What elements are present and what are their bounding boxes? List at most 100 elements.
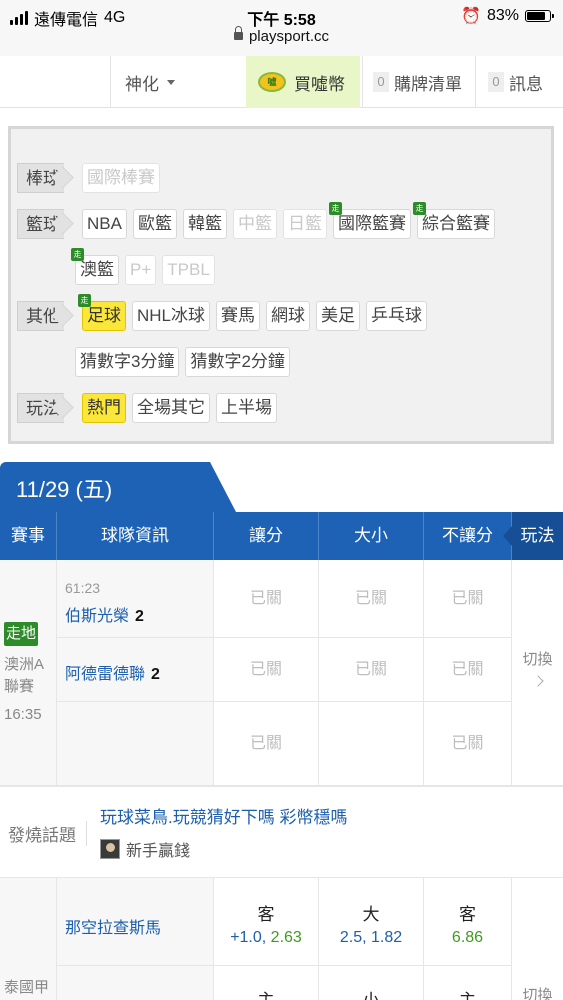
baseball-row: 棒球 國際棒賽 xyxy=(17,163,160,193)
odds-spread-home[interactable]: 主 xyxy=(214,966,319,1000)
chip-horse-racing[interactable]: 賽馬 xyxy=(216,301,261,331)
team-cell-home xyxy=(57,966,214,1000)
score-home: 2 xyxy=(151,666,160,683)
chip-guess-number-3min[interactable]: 猜數字3分鐘 xyxy=(75,347,180,377)
team-cell-home: 阿德雷德聯 2 xyxy=(57,638,214,702)
chip-tpbl[interactable]: TPBL xyxy=(162,255,215,285)
chip-p-plus[interactable]: P+ xyxy=(125,255,157,285)
hot-topic-link[interactable]: 玩球菜鳥.玩競猜好下嗎 彩幣穩嗎 xyxy=(100,803,347,828)
chip-label: 足球 xyxy=(87,306,121,325)
category-label-others: 其他 xyxy=(17,301,64,331)
league-name: 泰國甲 xyxy=(4,979,50,996)
chip-label: 澳籃 xyxy=(80,260,114,279)
live-badge: 走 xyxy=(78,294,91,307)
th-total: 大小 xyxy=(319,512,424,560)
buy-coin-label: 買噓幣 xyxy=(294,74,345,94)
chip-korea-basketball[interactable]: 韓籃 xyxy=(182,209,227,239)
chip-nba[interactable]: NBA xyxy=(82,209,127,239)
chip-japan-basketball[interactable]: 日籃 xyxy=(282,209,327,239)
odds-total-over[interactable]: 大 2.5, 1.82 xyxy=(319,878,424,966)
ml-side-home: 主 xyxy=(424,986,511,1000)
chip-euro-basketball[interactable]: 歐籃 xyxy=(132,209,177,239)
chip-american-football[interactable]: 美足 xyxy=(316,301,361,331)
cart-count: 0 xyxy=(373,72,389,92)
chip-china-basketball[interactable]: 中籃 xyxy=(232,209,277,239)
chip-table-tennis[interactable]: 乒乓球 xyxy=(366,301,428,331)
th-spread: 讓分 xyxy=(214,512,319,560)
hot-topic-author[interactable]: 新手贏錢 xyxy=(100,837,190,861)
play-row: 玩法 熱門 全場其它 上半場 xyxy=(17,393,277,423)
others-row: 其他 走足球 NHL冰球 賽馬 網球 美足 乒乓球 xyxy=(17,294,428,331)
total-side-home: 小 xyxy=(319,986,423,1000)
cart-label: 購牌清單 xyxy=(394,74,462,94)
coin-icon: 噓 xyxy=(258,72,286,92)
match-block-2: 泰國甲 那空拉查斯馬 客 +1.0, 2.63 大 2.5, 1.82 客 6.… xyxy=(0,878,563,1000)
chip-combined-basketball[interactable]: 走綜合籃賽 xyxy=(412,202,495,239)
category-label-play: 玩法 xyxy=(17,393,64,423)
others-row-2: 猜數字3分鐘 猜數字2分鐘 xyxy=(75,347,290,377)
total-side: 大 xyxy=(362,905,380,924)
th-team-info: 球隊資訊 xyxy=(57,512,214,560)
odds-spread-away: 已關 xyxy=(214,560,319,638)
chip-label: 綜合籃賽 xyxy=(421,214,490,233)
team-name-home: 阿德雷德聯 xyxy=(65,666,146,683)
chip-guess-number-2min[interactable]: 猜數字2分鐘 xyxy=(185,347,290,377)
category-panel: 棒球 國際棒賽 籃球 NBA 歐籃 韓籃 中籃 日籃 走國際籃賽 走綜合籃賽 走… xyxy=(8,126,554,444)
switch-button[interactable]: 切換 xyxy=(512,560,563,786)
message-count: 0 xyxy=(488,72,504,92)
game-clock: 61:23 xyxy=(65,580,101,596)
odds-total-under[interactable]: 小 xyxy=(319,966,424,1000)
match-time: 16:35 xyxy=(4,706,42,723)
team-cell-away: 那空拉查斯馬 xyxy=(57,878,214,966)
chip-soccer[interactable]: 走足球 xyxy=(78,294,126,331)
user-name: 神化 xyxy=(125,74,159,94)
odds-total-home: 已關 xyxy=(319,638,424,702)
odds-ml-home[interactable]: 主 xyxy=(424,966,512,1000)
url-bar[interactable]: playsport.cc xyxy=(0,26,563,45)
live-badge: 走 xyxy=(412,202,426,215)
team-row-home[interactable]: 阿德雷德聯 2 xyxy=(65,660,160,684)
live-badge: 走 xyxy=(71,248,84,261)
switch-button[interactable]: 切換 xyxy=(512,878,563,1000)
chip-popular[interactable]: 熱門 xyxy=(82,393,126,423)
odds-spread-away[interactable]: 客 +1.0, 2.63 xyxy=(214,878,319,966)
spread-line: +1.0 xyxy=(230,929,262,946)
match-event-cell: 泰國甲 xyxy=(0,878,57,1000)
team-name-away: 伯斯光榮 xyxy=(65,608,130,625)
date-tab: 11/29 (五) xyxy=(0,462,563,512)
alarm-icon: ⏰ xyxy=(461,8,481,25)
chip-aus-basketball[interactable]: 走澳籃 xyxy=(71,248,119,285)
messages-label: 訊息 xyxy=(509,74,543,94)
spread-odds: 2.63 xyxy=(270,929,302,946)
chevron-down-icon xyxy=(167,79,175,85)
chip-tennis[interactable]: 網球 xyxy=(266,301,311,331)
cart-button[interactable]: 0 購牌清單 xyxy=(362,56,474,108)
odds-total-away: 已關 xyxy=(319,560,424,638)
live-badge: 走地 xyxy=(4,622,38,646)
messages-button[interactable]: 0 訊息 xyxy=(475,56,563,108)
odds-spread-home: 已關 xyxy=(214,638,319,702)
score-away: 2 xyxy=(135,608,144,625)
chip-nhl[interactable]: NHL冰球 xyxy=(132,301,211,331)
user-menu[interactable]: 神化 xyxy=(110,56,246,108)
chip-intl-basketball[interactable]: 走國際籃賽 xyxy=(328,202,411,239)
chip-label: 國際籃賽 xyxy=(337,214,406,233)
buy-coin-button[interactable]: 噓 買噓幣 xyxy=(246,56,360,108)
total-odds: 1.82 xyxy=(371,929,403,946)
basketball-row-2: 走澳籃 P+ TPBL xyxy=(71,248,215,285)
odds-ml-home: 已關 xyxy=(424,638,512,702)
odds-total-draw xyxy=(319,702,424,786)
team-name-away[interactable]: 那空拉查斯馬 xyxy=(65,914,161,938)
th-event: 賽事 xyxy=(0,512,57,560)
author-name: 新手贏錢 xyxy=(126,843,191,860)
team-cell-draw xyxy=(57,702,214,786)
chip-first-half[interactable]: 上半場 xyxy=(216,393,277,423)
odds-ml-away[interactable]: 客 6.86 xyxy=(424,878,512,966)
spread-side-home: 主 xyxy=(214,986,318,1000)
avatar xyxy=(100,839,120,859)
date-label: 11/29 (五) xyxy=(16,477,113,502)
chip-intl-baseball[interactable]: 國際棒賽 xyxy=(82,163,160,193)
chip-full-other[interactable]: 全場其它 xyxy=(132,393,210,423)
hot-topic-bar: 發燒話題 玩球菜鳥.玩競猜好下嗎 彩幣穩嗎 新手贏錢 xyxy=(0,786,563,878)
team-row-away[interactable]: 伯斯光榮 2 xyxy=(65,602,144,626)
